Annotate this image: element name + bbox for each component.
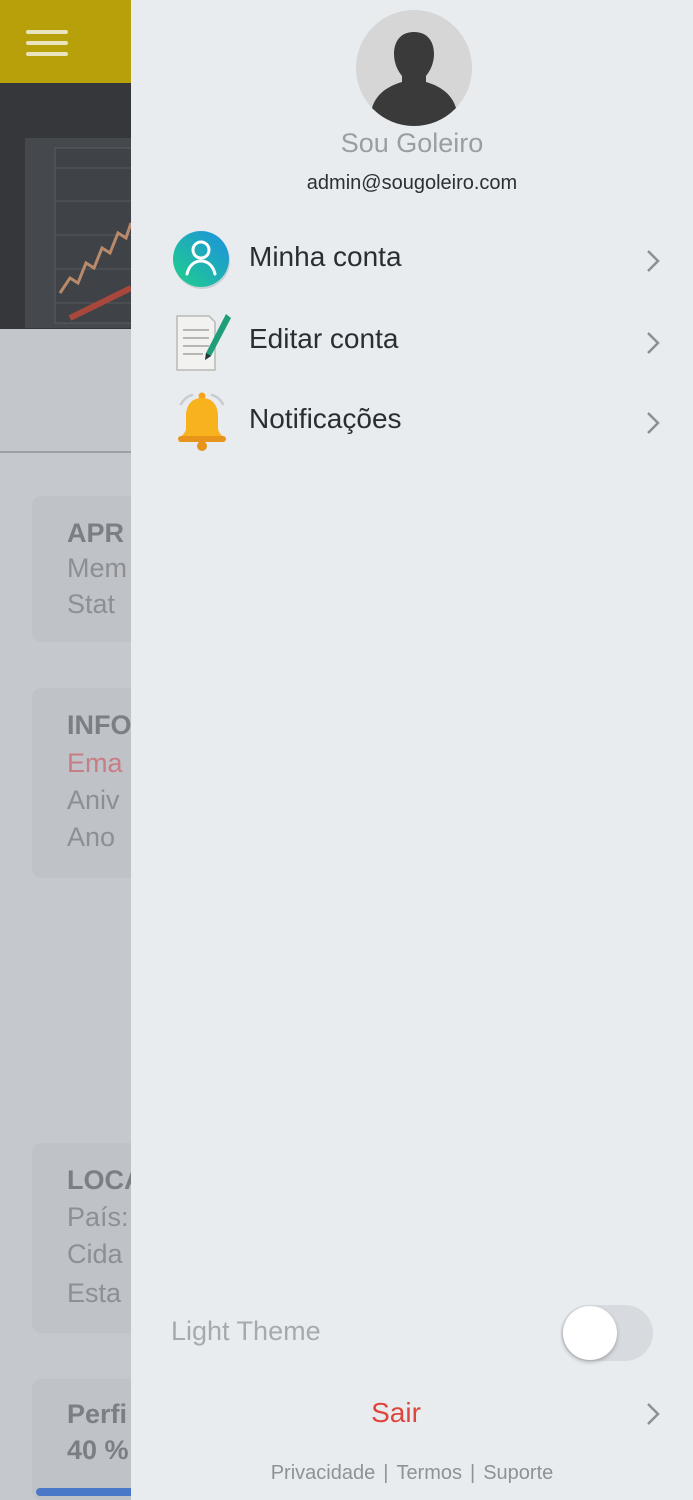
chevron-right-icon [643, 410, 663, 436]
light-theme-label: Light Theme [171, 1316, 321, 1346]
toggle-knob [563, 1306, 617, 1360]
footer-separator: | [470, 1462, 476, 1484]
card-text: País: [67, 1202, 129, 1232]
edit-document-icon [171, 310, 233, 372]
card-text: Mem [67, 553, 127, 583]
menu-icon[interactable] [26, 30, 68, 56]
logout-label: Sair [371, 1397, 421, 1428]
light-theme-toggle[interactable] [561, 1305, 653, 1361]
user-silhouette-icon [356, 10, 472, 126]
support-link[interactable]: Suporte [483, 1462, 553, 1484]
menu-item-label: Editar conta [249, 323, 399, 354]
chevron-right-icon [643, 248, 663, 274]
chevron-right-icon [643, 330, 663, 356]
menu-item-notifications[interactable]: Notificações [131, 390, 693, 460]
menu-item-edit-account[interactable]: Editar conta [131, 310, 693, 380]
card-text: 40 % [67, 1435, 129, 1465]
card-heading: Perfi [67, 1399, 128, 1429]
terms-link[interactable]: Termos [396, 1462, 462, 1484]
footer-separator: | [383, 1462, 389, 1484]
card-text: Ema [67, 748, 123, 778]
user-name: Sou Goleiro [340, 128, 484, 158]
menu-item-label: Minha conta [249, 241, 402, 272]
card-heading: INFO [67, 710, 132, 740]
menu-item-label: Notificações [249, 403, 402, 434]
logout-button[interactable]: Sair [131, 1392, 693, 1436]
menu-item-my-account[interactable]: Minha conta [131, 228, 693, 298]
card-heading: APR [67, 518, 125, 548]
chevron-right-icon [643, 1401, 663, 1427]
user-circle-icon [171, 228, 233, 290]
privacy-link[interactable]: Privacidade [271, 1462, 376, 1484]
bell-icon [171, 390, 233, 452]
card-text: Cida [67, 1239, 123, 1269]
footer-links: Privacidade | Termos | Suporte [131, 1462, 693, 1485]
card-text: Esta [67, 1278, 122, 1308]
card-text: Aniv [67, 785, 120, 815]
user-email: admin@sougoleiro.com [306, 172, 518, 194]
navigation-drawer: Sou Goleiro admin@sougoleiro.com Minha c… [131, 0, 693, 1500]
card-text: Stat [67, 589, 116, 619]
card-text: Ano [67, 822, 116, 852]
